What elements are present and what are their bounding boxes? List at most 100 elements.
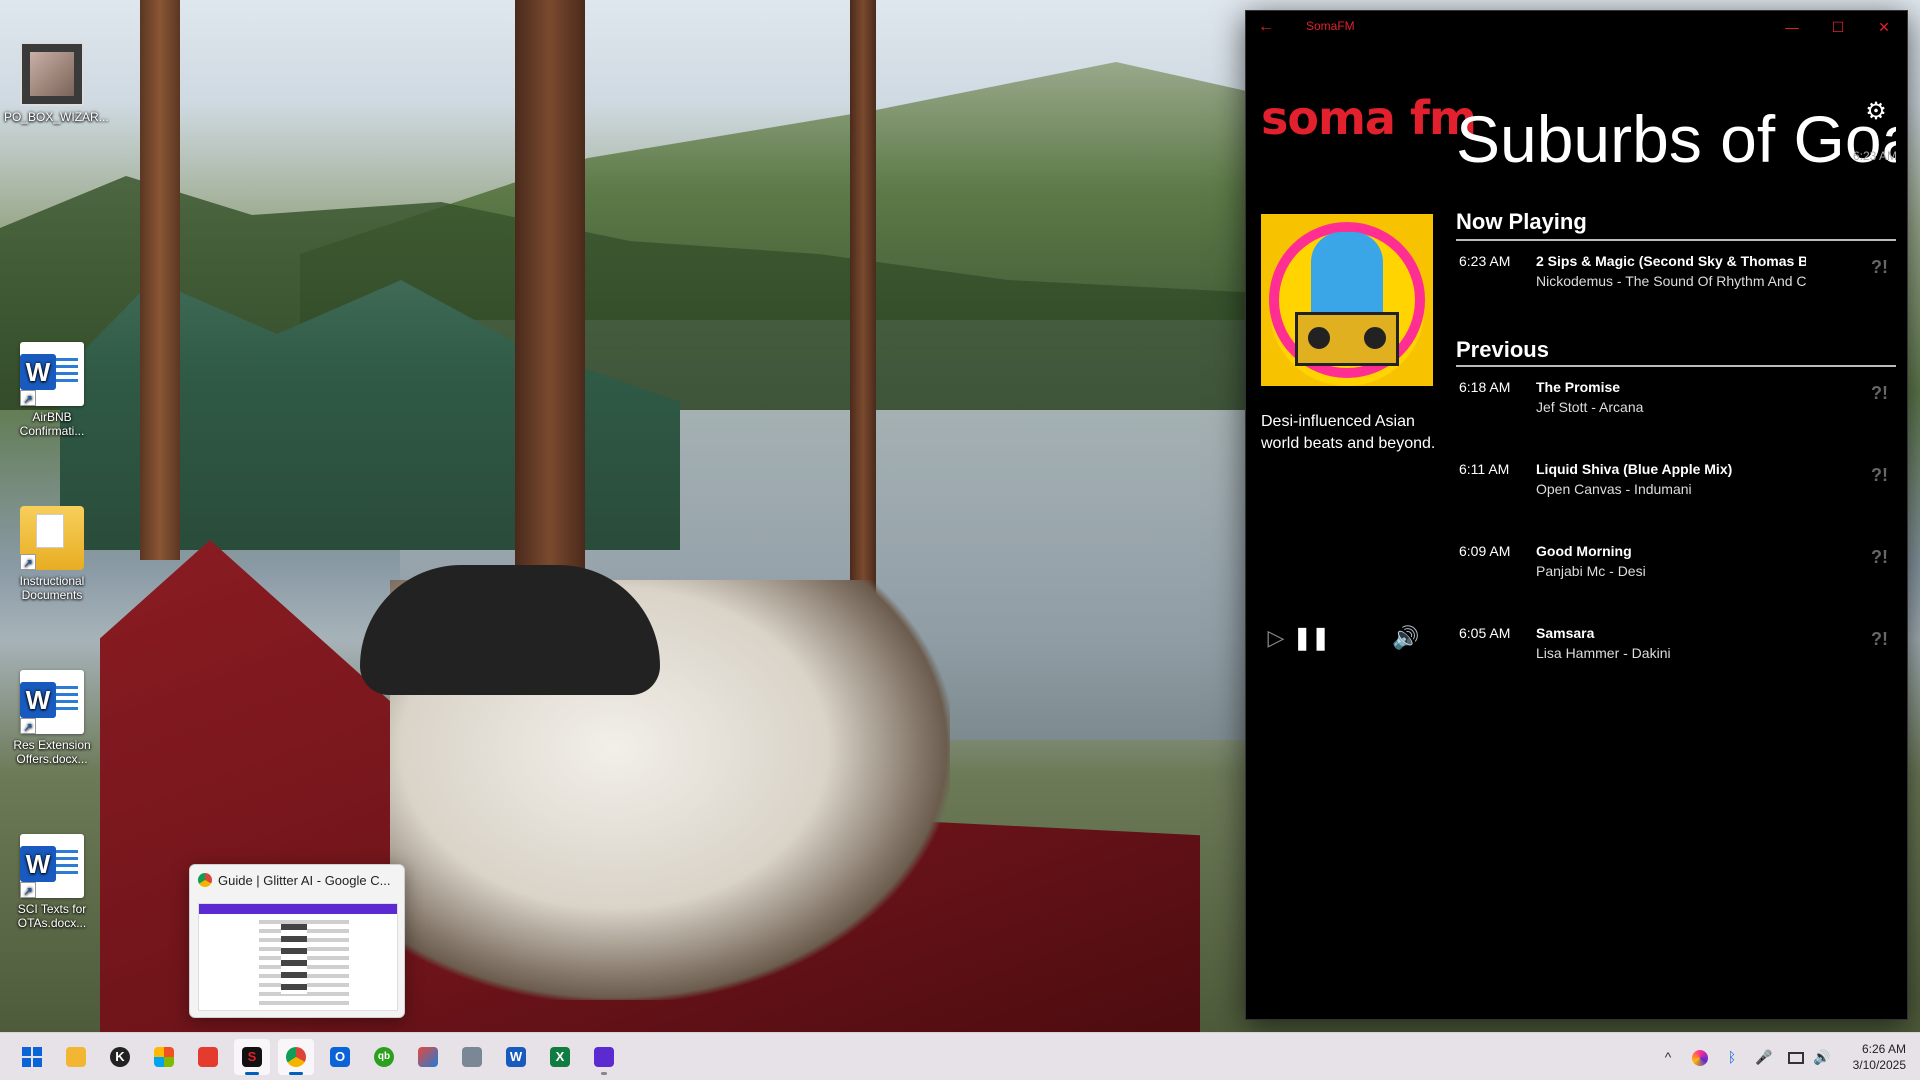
word-doc-icon: W ↗ xyxy=(20,670,84,734)
play-button[interactable]: ▷ xyxy=(1261,623,1291,653)
now-playing-track[interactable]: 6:23 AM 2 Sips & Magic (Second Sky & Tho… xyxy=(1456,253,1896,301)
desktop-icon-res-extension[interactable]: W ↗ Res Extension Offers.docx... xyxy=(4,670,100,766)
taskbar-file-explorer[interactable] xyxy=(58,1039,94,1075)
previous-track[interactable]: 6:09 AM Good Morning Panjabi Mc - Desi ?… xyxy=(1456,543,1896,591)
preview-thumbnail[interactable] xyxy=(198,903,398,1011)
desktop-icon-label: Res Extension Offers.docx... xyxy=(13,738,91,766)
desktop-icon-label: AirBNB Confirmati... xyxy=(19,410,85,438)
divider xyxy=(1456,365,1896,367)
track-info-icon[interactable]: ?! xyxy=(1871,383,1888,404)
desktop-icon-label: PO_BOX_WIZAR... xyxy=(4,110,109,124)
track-time: 6:09 AM xyxy=(1459,543,1511,559)
taskbar-clock[interactable]: 6:26 AM 3/10/2025 xyxy=(1836,1041,1906,1073)
station-description: Desi-influenced Asian world beats and be… xyxy=(1261,413,1436,452)
tray-color-app-icon[interactable] xyxy=(1688,1033,1712,1080)
taskbar-quickbooks[interactable]: qb xyxy=(366,1039,402,1075)
preview-title: Guide | Glitter AI - Google C... xyxy=(218,873,391,888)
track-title: The Promise xyxy=(1536,379,1621,395)
back-arrow-icon[interactable]: ← xyxy=(1256,17,1276,37)
window-title: SomaFM xyxy=(1306,19,1355,33)
previous-heading: Previous xyxy=(1456,337,1549,362)
wallpaper-tree xyxy=(140,0,180,560)
folder-icon xyxy=(66,1047,86,1067)
track-info-icon[interactable]: ?! xyxy=(1871,629,1888,650)
chrome-icon xyxy=(286,1047,306,1067)
track-time: 6:23 AM xyxy=(1459,253,1511,269)
track-time: 6:11 AM xyxy=(1459,461,1510,477)
chrome-window-preview[interactable]: Guide | Glitter AI - Google C... xyxy=(189,864,405,1018)
clock-time: 6:26 AM xyxy=(1861,1042,1906,1056)
taskbar-snipping[interactable] xyxy=(410,1039,446,1075)
maximize-button[interactable]: ☐ xyxy=(1815,11,1861,43)
snipping-tool-icon xyxy=(418,1047,438,1067)
previous-track[interactable]: 6:05 AM Samsara Lisa Hammer - Dakini ?! xyxy=(1456,625,1896,673)
taskbar-word[interactable]: W xyxy=(498,1039,534,1075)
quickbooks-icon: qb xyxy=(374,1047,394,1067)
word-doc-icon: W ↗ xyxy=(20,342,84,406)
taskbar-app-k[interactable]: K xyxy=(102,1039,138,1075)
track-info-icon[interactable]: ?! xyxy=(1871,547,1888,568)
desktop-icon-instructional[interactable]: ↗ Instructional Documents xyxy=(4,506,100,602)
track-artist: Lisa Hammer - Dakini xyxy=(1536,645,1671,661)
chrome-icon xyxy=(198,873,212,887)
track-artist: Jef Stott - Arcana xyxy=(1536,399,1644,415)
microphone-icon[interactable]: 🎤 xyxy=(1752,1033,1776,1080)
taskbar-somafm[interactable]: S xyxy=(234,1039,270,1075)
printer-icon xyxy=(462,1047,482,1067)
track-info-icon[interactable]: ?! xyxy=(1871,257,1888,278)
network-icon[interactable] xyxy=(1784,1033,1808,1080)
bluetooth-icon[interactable]: ᛒ xyxy=(1720,1033,1744,1080)
desktop-icon-label: SCI Texts for OTAs.docx... xyxy=(17,902,87,930)
track-artist: Nickodemus - The Sound Of Rhythm And Cul… xyxy=(1536,273,1806,289)
taskbar-chrome[interactable] xyxy=(278,1039,314,1075)
taskbar-search-app[interactable] xyxy=(586,1039,622,1075)
title-bar[interactable]: ← SomaFM — ☐ ✕ xyxy=(1246,11,1907,43)
windows-icon xyxy=(22,1047,42,1067)
somafm-window: ← SomaFM — ☐ ✕ soma fm Suburbs of Goa ⚙ … xyxy=(1245,10,1908,1020)
track-time: 6:18 AM xyxy=(1459,379,1511,395)
track-artist: Panjabi Mc - Desi xyxy=(1536,563,1646,579)
volume-icon[interactable]: 🔊 xyxy=(1810,1033,1834,1080)
taskbar-stack-app[interactable] xyxy=(190,1039,226,1075)
volume-button[interactable]: 🔊 xyxy=(1391,623,1421,653)
folder-icon: ↗ xyxy=(20,506,84,570)
taskbar-store[interactable] xyxy=(146,1039,182,1075)
divider xyxy=(1456,239,1896,241)
desktop-icon-sci-texts[interactable]: W ↗ SCI Texts for OTAs.docx... xyxy=(4,834,100,930)
track-title: Good Morning xyxy=(1536,543,1632,559)
minimize-button[interactable]: — xyxy=(1769,11,1815,43)
clock-date: 3/10/2025 xyxy=(1852,1058,1906,1072)
previous-track[interactable]: 6:18 AM The Promise Jef Stott - Arcana ?… xyxy=(1456,379,1896,427)
track-title: Samsara xyxy=(1536,625,1595,641)
stack-app-icon xyxy=(198,1047,218,1067)
start-button[interactable] xyxy=(14,1039,50,1075)
somafm-logo: soma fm xyxy=(1261,91,1477,145)
video-file-icon xyxy=(20,42,84,106)
settings-gear-icon[interactable]: ⚙ xyxy=(1863,99,1889,125)
previous-track[interactable]: 6:11 AM Liquid Shiva (Blue Apple Mix) Op… xyxy=(1456,461,1896,509)
taskbar-excel[interactable]: X xyxy=(542,1039,578,1075)
playback-controls: ▷ ❚❚ 🔊 xyxy=(1261,623,1441,653)
search-app-icon xyxy=(594,1047,614,1067)
close-button[interactable]: ✕ xyxy=(1861,11,1907,43)
wallpaper-cap xyxy=(360,565,660,695)
taskbar-printer-app[interactable] xyxy=(454,1039,490,1075)
track-title: 2 Sips & Magic (Second Sky & Thomas Blon… xyxy=(1536,253,1806,269)
desktop-icon-video[interactable]: PO_BOX_WIZAR... xyxy=(4,42,109,124)
tray-overflow-chevron-icon[interactable]: ^ xyxy=(1656,1033,1680,1080)
pause-button[interactable]: ❚❚ xyxy=(1293,623,1330,653)
station-clock: 6:23 AM xyxy=(1852,149,1897,163)
taskbar: K S O qb W X ^ ᛒ 🎤 🔊 6:26 AM 3/10/2025 xyxy=(0,1032,1920,1080)
album-art xyxy=(1261,214,1433,386)
desktop-icon-label: Instructional Documents xyxy=(19,574,85,602)
excel-icon: X xyxy=(550,1047,570,1067)
track-info-icon[interactable]: ?! xyxy=(1871,465,1888,486)
outlook-icon: O xyxy=(330,1047,350,1067)
track-artist: Open Canvas - Indumani xyxy=(1536,481,1692,497)
store-icon xyxy=(154,1047,174,1067)
taskbar-outlook[interactable]: O xyxy=(322,1039,358,1075)
word-doc-icon: W ↗ xyxy=(20,834,84,898)
desktop-icon-airbnb[interactable]: W ↗ AirBNB Confirmati... xyxy=(4,342,100,438)
somafm-icon: S xyxy=(242,1047,262,1067)
word-icon: W xyxy=(506,1047,526,1067)
